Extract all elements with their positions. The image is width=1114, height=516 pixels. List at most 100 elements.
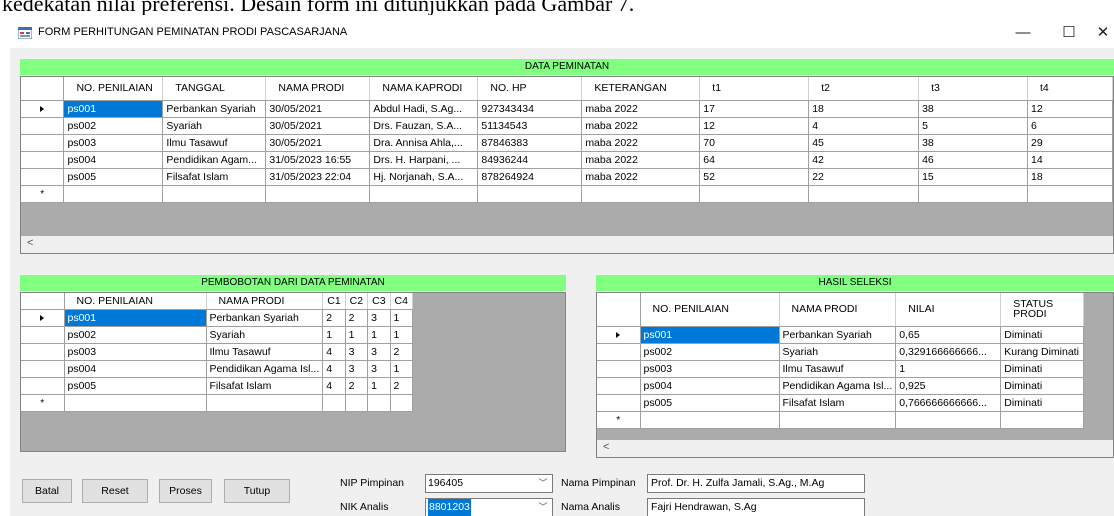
table-row[interactable]: ps004 Pendidikan Agam... 31/05/2023 16:55 D… [21, 151, 1113, 169]
reset-button[interactable]: Reset [82, 479, 148, 503]
table-cell[interactable]: 1 [895, 360, 1002, 378]
table-cell[interactable]: 927343434 [477, 100, 583, 118]
table-cell[interactable]: ps005 [63, 168, 164, 186]
table-cell[interactable]: 0,766666666666... [895, 394, 1002, 412]
table-cell[interactable]: 1 [345, 326, 369, 344]
table-cell[interactable]: Ilmu Tasawuf [779, 360, 897, 378]
table-cell[interactable]: 45 [808, 134, 920, 152]
table-cell[interactable]: 6 [1027, 117, 1113, 135]
column-header[interactable]: NO. PENILAIAN [63, 77, 164, 101]
column-header[interactable]: t1 [699, 77, 810, 101]
table-cell[interactable]: 52 [699, 168, 810, 186]
table-cell[interactable]: 5 [918, 117, 1028, 135]
new-row[interactable]: * [21, 394, 413, 412]
table-row[interactable]: ps001 Perbankan Syariah 2 2 3 1 [21, 309, 413, 327]
table-row[interactable]: ps003 Ilmu Tasawuf 1 Diminati [597, 360, 1085, 378]
table-cell[interactable]: 31/05/2023 16:55 [265, 151, 371, 169]
table-cell[interactable]: Syariah [206, 326, 324, 344]
table-cell[interactable]: 4 [322, 343, 346, 361]
row-header[interactable] [597, 377, 641, 395]
table-row[interactable]: ps005 Filsafat Islam 0,766666666666... Dimi… [597, 394, 1085, 412]
table-row[interactable]: ps003 Ilmu Tasawuf 30/05/2021 Dra. Annisa A… [21, 134, 1113, 152]
table-row[interactable]: ps001 Perbankan Syariah 0,65 Diminati [597, 326, 1085, 344]
table-cell[interactable]: Filsafat Islam [162, 168, 267, 186]
table-cell[interactable]: ps003 [64, 343, 207, 361]
horizontal-scrollbar[interactable]: < [21, 236, 1113, 253]
table-cell[interactable]: ps005 [640, 394, 780, 412]
table-cell[interactable]: Syariah [779, 343, 897, 361]
table-cell[interactable]: 2 [322, 309, 346, 327]
table-cell[interactable]: Dra. Annisa Ahla,... [369, 134, 479, 152]
nama-pimpinan-field[interactable]: Prof. Dr. H. Zulfa Jamali, S.Ag., M.Ag [647, 474, 865, 493]
table-cell[interactable]: Diminati [1000, 394, 1085, 412]
maximize-button[interactable]: ☐ [1046, 18, 1092, 48]
table-row[interactable]: ps002 Syariah 30/05/2021 Drs. Fauzan, S.A..… [21, 117, 1113, 135]
row-header[interactable] [597, 326, 641, 344]
table-cell[interactable]: 878264924 [477, 168, 583, 186]
table-cell[interactable]: Ilmu Tasawuf [162, 134, 267, 152]
column-header[interactable]: NILAI [895, 293, 1002, 327]
table-cell[interactable]: 3 [345, 343, 369, 361]
table-cell[interactable] [918, 185, 1028, 203]
table-cell[interactable]: 30/05/2021 [265, 100, 371, 118]
column-header[interactable]: NO. HP [477, 77, 583, 101]
table-cell[interactable]: ps002 [63, 117, 164, 135]
scroll-left-icon[interactable]: < [27, 237, 33, 249]
table-cell[interactable]: 14 [1027, 151, 1113, 169]
table-cell[interactable]: Pendidikan Agama Isl... [206, 360, 324, 378]
table-cell[interactable] [265, 185, 371, 203]
chevron-down-icon[interactable]: ﹀ [536, 500, 550, 515]
table-cell[interactable] [206, 394, 324, 412]
scroll-left-icon[interactable]: < [603, 441, 609, 453]
table-cell[interactable]: Pendidikan Agam... [162, 151, 267, 169]
table-cell[interactable]: 0,925 [895, 377, 1002, 395]
row-header[interactable] [21, 151, 65, 169]
column-header[interactable]: C2 [345, 293, 369, 310]
table-cell[interactable]: 3 [345, 360, 369, 378]
table-cell[interactable]: 70 [699, 134, 810, 152]
column-header[interactable]: C3 [367, 293, 391, 310]
column-header[interactable]: t3 [918, 77, 1028, 101]
row-header[interactable] [597, 394, 641, 412]
table-cell[interactable]: Filsafat Islam [206, 377, 324, 395]
row-header[interactable] [21, 117, 65, 135]
row-header[interactable] [21, 168, 65, 186]
table-cell[interactable]: Perbankan Syariah [779, 326, 897, 344]
column-header[interactable]: NO. PENILAIAN [640, 293, 780, 327]
table-cell[interactable]: 4 [322, 360, 346, 378]
table-cell[interactable]: 1 [367, 326, 391, 344]
data-peminatan-grid[interactable]: NO. PENILAIAN TANGGAL NAMA PRODI NAMA KA… [20, 76, 1114, 254]
table-cell[interactable]: 2 [345, 309, 369, 327]
table-cell[interactable]: 18 [1027, 168, 1113, 186]
row-header[interactable] [21, 326, 65, 344]
table-cell[interactable]: 3 [367, 309, 391, 327]
table-cell[interactable] [162, 185, 267, 203]
table-cell[interactable]: Abdul Hadi, S.Ag... [369, 100, 479, 118]
table-cell[interactable]: 12 [699, 117, 810, 135]
table-cell[interactable]: ps001 [63, 100, 164, 118]
table-cell[interactable]: ps003 [640, 360, 780, 378]
table-cell[interactable]: 38 [918, 100, 1028, 118]
table-cell[interactable]: Filsafat Islam [779, 394, 897, 412]
table-cell[interactable]: 17 [699, 100, 810, 118]
chevron-down-icon[interactable]: ﹀ [536, 476, 550, 491]
table-cell[interactable] [369, 185, 479, 203]
nama-analis-field[interactable]: Fajri Hendrawan, S.Ag [647, 498, 865, 516]
table-cell[interactable]: Drs. H. Harpani, ... [369, 151, 479, 169]
nip-pimpinan-combobox[interactable]: 196405 ﹀ [425, 474, 553, 493]
row-header[interactable] [21, 100, 65, 118]
table-cell[interactable]: 2 [390, 343, 413, 361]
table-cell[interactable]: ps003 [63, 134, 164, 152]
table-cell[interactable]: maba 2022 [581, 100, 701, 118]
table-cell[interactable]: 4 [322, 377, 346, 395]
table-cell[interactable]: 38 [918, 134, 1028, 152]
table-cell[interactable]: 0,329166666666... [895, 343, 1002, 361]
table-cell[interactable]: 64 [699, 151, 810, 169]
table-cell[interactable]: Perbankan Syariah [206, 309, 324, 327]
table-cell[interactable]: 1 [322, 326, 346, 344]
table-cell[interactable]: 1 [390, 326, 413, 344]
table-row[interactable]: ps004 Pendidikan Agama Isl... 4 3 3 1 [21, 360, 413, 378]
table-cell[interactable]: 87846383 [477, 134, 583, 152]
column-header[interactable]: C4 [390, 293, 413, 310]
table-cell[interactable]: Diminati [1000, 326, 1085, 344]
